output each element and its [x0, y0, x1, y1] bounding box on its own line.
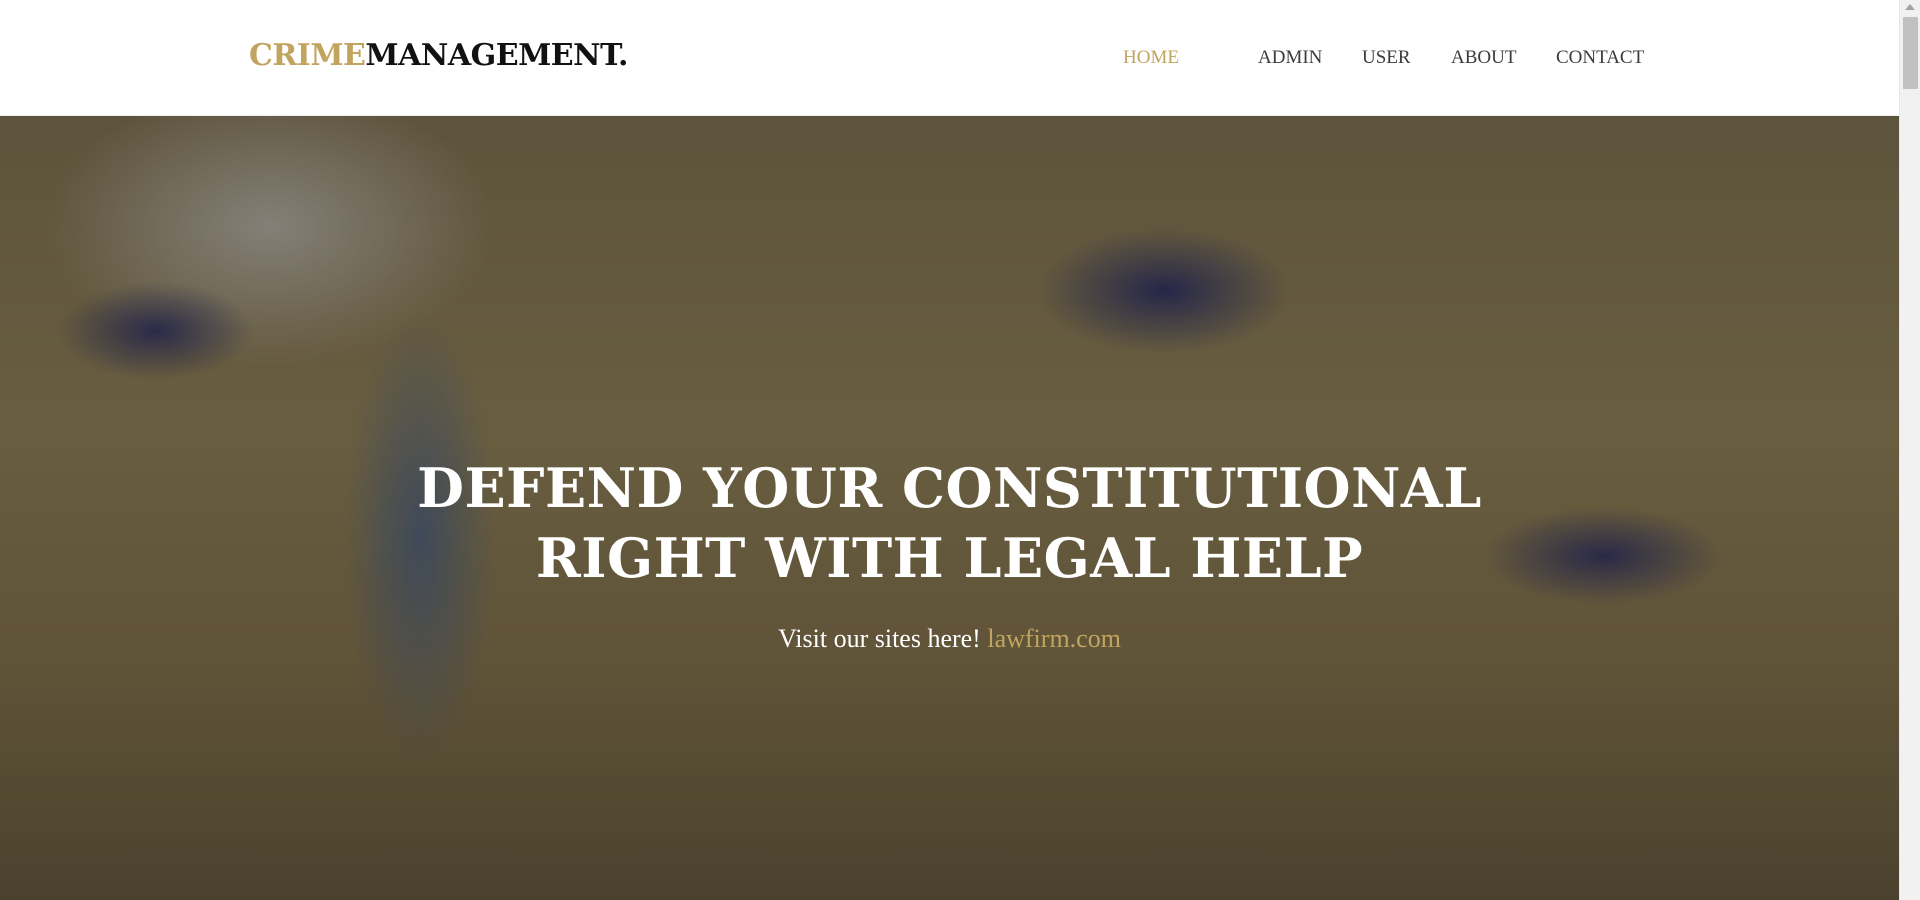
page-scrollbar[interactable] — [1899, 0, 1920, 900]
nav-item-contact[interactable]: CONTACT — [1556, 47, 1644, 69]
site-header: CRIMEMANAGEMENT. HOME ADMIN USER ABOUT C… — [0, 0, 1899, 116]
hero-site-link[interactable]: lawfirm.com — [987, 624, 1121, 653]
nav-item-user[interactable]: USER — [1362, 47, 1411, 69]
hero-title: DEFEND YOUR CONSTITUTIONAL RIGHT WITH LE… — [0, 453, 1899, 593]
hero-content: DEFEND YOUR CONSTITUTIONAL RIGHT WITH LE… — [0, 116, 1899, 900]
hero-title-line-1: DEFEND YOUR CONSTITUTIONAL — [417, 456, 1482, 520]
main-nav: HOME ADMIN USER ABOUT CONTACT — [0, 47, 1899, 71]
nav-item-admin[interactable]: ADMIN — [1258, 47, 1322, 69]
hero-banner: DEFEND YOUR CONSTITUTIONAL RIGHT WITH LE… — [0, 116, 1899, 900]
hero-title-line-2: RIGHT WITH LEGAL HELP — [535, 526, 1364, 590]
nav-item-home[interactable]: HOME — [1123, 47, 1179, 69]
arrow-up-icon[interactable] — [1905, 4, 1915, 10]
scrollbar-thumb[interactable] — [1903, 17, 1918, 89]
page: CRIMEMANAGEMENT. HOME ADMIN USER ABOUT C… — [0, 0, 1899, 900]
hero-subtitle: Visit our sites here! lawfirm.com — [0, 624, 1899, 654]
nav-item-about[interactable]: ABOUT — [1451, 47, 1516, 69]
hero-subtitle-text: Visit our sites here! — [778, 624, 981, 653]
